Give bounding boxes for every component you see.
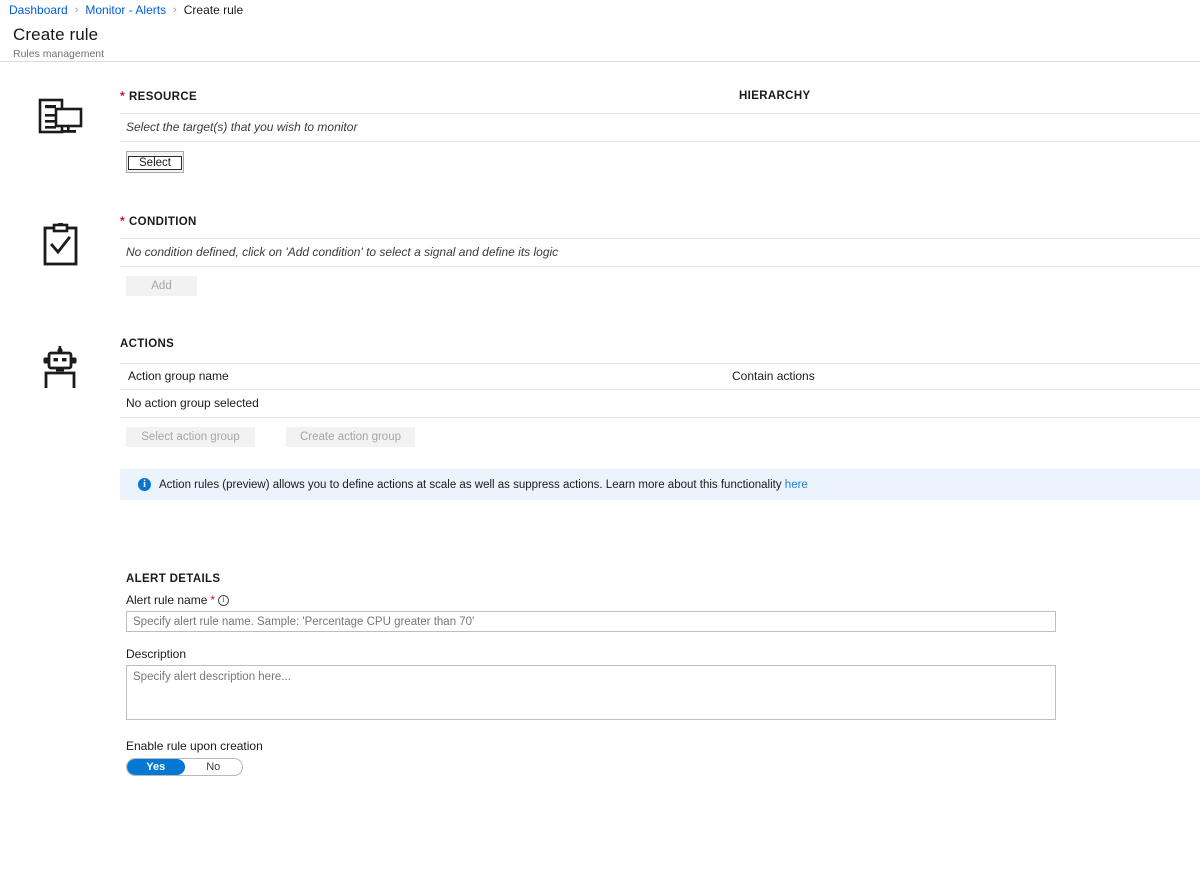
resource-heading: RESOURCE — [129, 91, 198, 103]
breadcrumb-item-create-rule: Create rule — [183, 3, 244, 17]
add-condition-button[interactable]: Add — [126, 276, 197, 296]
learn-more-link[interactable]: here — [785, 479, 808, 491]
info-circle-icon[interactable]: i — [218, 594, 230, 606]
info-icon: i — [138, 478, 151, 491]
actions-heading: ACTIONS — [120, 338, 175, 350]
server-monitor-icon — [0, 90, 120, 173]
condition-heading-row: * CONDITION — [120, 215, 1200, 228]
select-action-group-button[interactable]: Select action group — [126, 427, 255, 447]
breadcrumb-item-dashboard[interactable]: Dashboard — [9, 3, 68, 17]
clipboard-check-icon — [0, 215, 120, 296]
select-resource-button-label: Select — [128, 156, 182, 170]
action-rules-info-banner: i Action rules (preview) allows you to d… — [120, 469, 1200, 500]
column-action-group-name: Action group name — [128, 369, 229, 383]
alert-details-heading: ALERT DETAILS — [126, 573, 221, 585]
description-textarea[interactable] — [126, 665, 1056, 720]
alert-details-section: ALERT DETAILS Alert rule name * i Descri… — [0, 573, 1200, 776]
main-content: * RESOURCE HIERARCHY Select the target(s… — [0, 90, 1200, 776]
description-label: Description — [126, 647, 187, 661]
resource-section: * RESOURCE HIERARCHY Select the target(s… — [0, 90, 1200, 173]
actions-table-header: Action group name Contain actions — [120, 364, 1200, 389]
resource-placeholder-text: Select the target(s) that you wish to mo… — [126, 120, 358, 134]
enable-rule-option-no[interactable]: No — [185, 759, 243, 775]
enable-rule-toggle[interactable]: Yes No — [126, 758, 243, 776]
page-subtitle: Rules management — [13, 48, 105, 60]
actions-body: ACTIONS Action group name Contain action… — [120, 338, 1200, 447]
required-marker: * — [120, 89, 126, 103]
hierarchy-heading: HIERARCHY — [739, 90, 811, 102]
page-title: Create rule — [13, 25, 99, 44]
required-marker: * — [120, 214, 126, 228]
condition-placeholder-text: No condition defined, click on 'Add cond… — [126, 245, 559, 259]
condition-heading: CONDITION — [129, 216, 197, 228]
resource-body: * RESOURCE HIERARCHY Select the target(s… — [120, 90, 1200, 173]
breadcrumb-separator-icon: › — [173, 4, 177, 16]
robot-icon — [0, 338, 120, 447]
enable-rule-option-yes[interactable]: Yes — [127, 759, 185, 775]
create-action-group-button[interactable]: Create action group — [286, 427, 415, 447]
resource-heading-row: * RESOURCE HIERARCHY — [120, 90, 1200, 103]
breadcrumb-item-monitor-alerts[interactable]: Monitor - Alerts — [85, 3, 166, 17]
alert-rule-name-input[interactable] — [126, 611, 1056, 632]
breadcrumb-separator-icon: › — [74, 4, 79, 16]
required-marker: * — [210, 593, 216, 607]
page-header: Create rule Rules management — [0, 20, 1200, 62]
breadcrumb: Dashboard › Monitor - Alerts › Create ru… — [0, 0, 1200, 20]
column-contain-actions: Contain actions — [732, 369, 815, 383]
alert-rule-name-label-row: Alert rule name * i — [126, 593, 1200, 607]
enable-rule-label: Enable rule upon creation — [126, 739, 263, 753]
actions-empty-row: No action group selected — [126, 396, 259, 410]
info-banner-text: Action rules (preview) allows you to def… — [159, 478, 808, 491]
alert-rule-name-label: Alert rule name — [126, 593, 208, 607]
actions-section: ACTIONS Action group name Contain action… — [0, 338, 1200, 447]
condition-section: * CONDITION No condition defined, click … — [0, 215, 1200, 296]
condition-body: * CONDITION No condition defined, click … — [120, 215, 1200, 296]
select-resource-button[interactable]: Select — [126, 151, 184, 173]
